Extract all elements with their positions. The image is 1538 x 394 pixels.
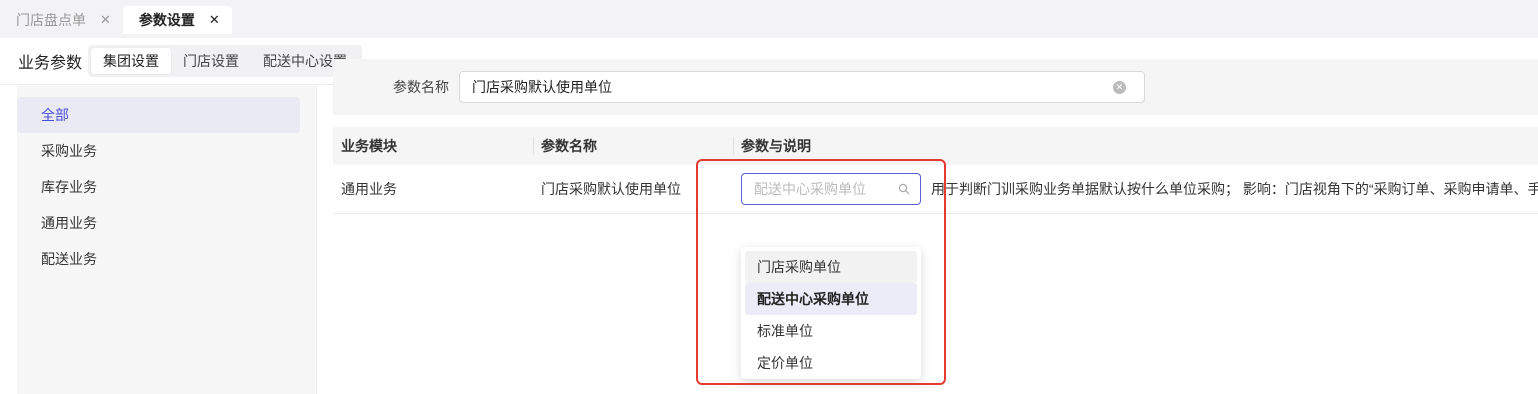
tab-label: 参数设置 <box>138 12 195 28</box>
select-placeholder: 配送中心采购单位 <box>754 181 866 197</box>
option-store-purchase-unit[interactable]: 门店采购单位 <box>745 251 917 283</box>
close-icon[interactable]: ✕ <box>100 12 111 28</box>
parameter-description: 用于判断门训采购业务单据默认按什么单位采购； 影响：门店视角下的“采购订单、采购… <box>931 181 1538 197</box>
page-title: 业务参数 <box>18 55 83 72</box>
column-header-module: 业务模块 <box>341 138 397 154</box>
filter-label: 参数名称 <box>393 79 449 95</box>
cell-module: 通用业务 <box>341 181 397 197</box>
segment-group-settings[interactable]: 集团设置 <box>91 48 172 74</box>
tab-parameter-settings[interactable]: 参数设置 ✕ <box>122 6 232 34</box>
close-icon[interactable]: ✕ <box>209 12 220 28</box>
column-header-value: 参数与说明 <box>733 127 1538 165</box>
cell-value: 配送中心采购单位 用于判断门训采购业务单据默认按什么单位采购； 影响：门店视角下… <box>733 173 1538 205</box>
column-header-name: 参数名称 <box>533 127 733 165</box>
tab-label: 门店盘点单 <box>16 12 86 28</box>
category-sidebar: 全部 采购业务 库存业务 通用业务 配送业务 <box>17 86 317 394</box>
sidebar-item-distribution[interactable]: 配送业务 <box>17 241 300 277</box>
search-icon <box>898 183 910 195</box>
parameter-table: 业务模块 参数名称 参数与说明 通用业务 门店采购默认使用单位 配送中心采购单位… <box>333 127 1538 214</box>
table-row: 通用业务 门店采购默认使用单位 配送中心采购单位 用于判断门训采购业务单据默认按… <box>333 165 1538 214</box>
table-header: 业务模块 参数名称 参数与说明 <box>333 127 1538 165</box>
sidebar-item-inventory[interactable]: 库存业务 <box>17 169 300 205</box>
parameter-name-search-input[interactable]: 门店采购默认使用单位 ✕ <box>459 71 1145 103</box>
unit-select[interactable]: 配送中心采购单位 <box>741 173 921 205</box>
settings-scope-switch: 集团设置 门店设置 配送中心设置 <box>88 45 363 77</box>
cell-name: 门店采购默认使用单位 <box>541 181 681 197</box>
option-pricing-unit[interactable]: 定价单位 <box>745 347 917 379</box>
sidebar-item-all[interactable]: 全部 <box>17 97 300 133</box>
sidebar-item-general[interactable]: 通用业务 <box>17 205 300 241</box>
option-standard-unit[interactable]: 标准单位 <box>745 315 917 347</box>
sidebar-item-purchase[interactable]: 采购业务 <box>17 133 300 169</box>
unit-dropdown-menu: 门店采购单位 配送中心采购单位 标准单位 定价单位 <box>741 247 921 379</box>
tab-bar: 门店盘点单 ✕ 参数设置 ✕ <box>0 0 1538 38</box>
search-value: 门店采购默认使用单位 <box>472 79 612 95</box>
segment-store-settings[interactable]: 门店设置 <box>171 48 251 74</box>
option-distribution-purchase-unit[interactable]: 配送中心采购单位 <box>745 283 917 315</box>
tab-store-inventory[interactable]: 门店盘点单 ✕ <box>0 6 121 34</box>
filter-bar: 参数名称 门店采购默认使用单位 ✕ <box>333 59 1538 115</box>
clear-icon[interactable]: ✕ <box>1113 81 1126 94</box>
